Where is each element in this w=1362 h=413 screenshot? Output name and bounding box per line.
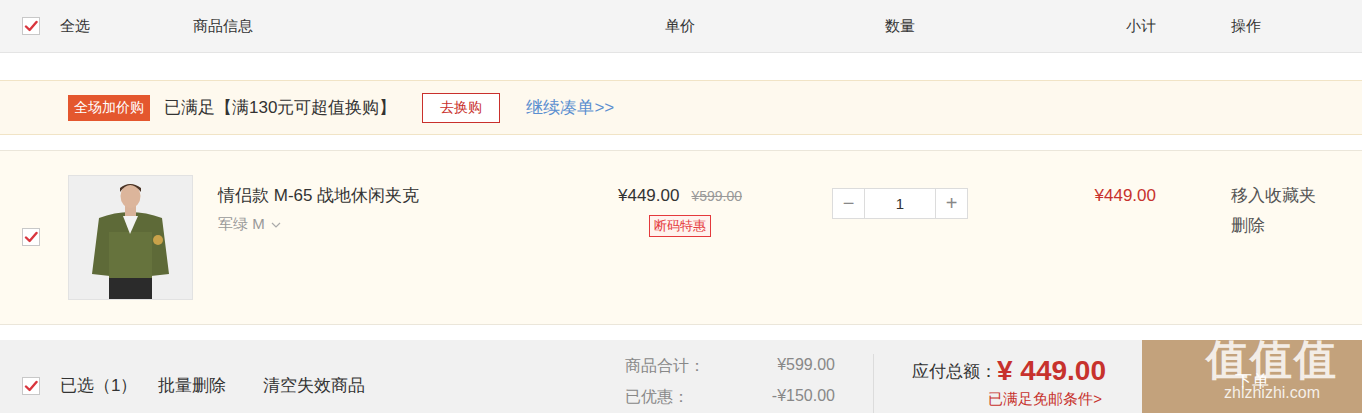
summary-label: 商品合计： xyxy=(625,356,705,377)
column-header: 数量 xyxy=(760,17,1040,36)
check-icon xyxy=(24,230,38,244)
item-check-cell xyxy=(0,151,68,248)
product-image[interactable] xyxy=(68,175,193,300)
price-cell: ¥449.00 ¥599.00 断码特惠 xyxy=(600,151,760,237)
column-header: 操作 xyxy=(1156,17,1362,36)
total-label: 应付总额： xyxy=(912,360,997,383)
item-info: 情侣款 M-65 战地休闲夹克军绿 M xyxy=(193,151,600,234)
footer-link[interactable]: 批量删除 xyxy=(158,374,226,397)
cart-item: 情侣款 M-65 战地休闲夹克军绿 M ¥449.00 ¥599.00 断码特惠 −1+… xyxy=(0,150,1362,325)
variant-label: 军绿 M xyxy=(218,215,265,234)
checkout-button[interactable]: 下单 xyxy=(1142,340,1362,413)
summary-row: 已优惠： -¥150.00 xyxy=(625,387,835,408)
select-all-cell: 全选 xyxy=(0,17,193,36)
watermark: 值值值zhizhizhi.com xyxy=(1186,336,1358,402)
column-header: 商品信息 xyxy=(193,17,600,36)
summary-value: ¥599.00 xyxy=(777,356,835,377)
footer-link[interactable]: 清空失效商品 xyxy=(263,374,365,397)
watermark-site: zhizhizhi.com xyxy=(1224,384,1320,402)
unit-price: ¥449.00 xyxy=(618,185,679,207)
chevron-down-icon xyxy=(271,222,281,228)
promo-badge: 全场加价购 xyxy=(68,95,150,121)
shipping-note[interactable]: 已满足免邮条件> xyxy=(988,390,1102,409)
check-icon xyxy=(24,19,38,33)
jacket-photo-icon xyxy=(69,176,192,299)
select-all-label[interactable]: 全选 xyxy=(60,17,90,36)
original-price: ¥599.00 xyxy=(691,188,742,204)
quantity-input[interactable]: 1 xyxy=(864,189,936,218)
product-title[interactable]: 情侣款 M-65 战地休闲夹克 xyxy=(218,185,600,207)
item-actions: 移入收藏夹删除 xyxy=(1156,151,1362,245)
action-link[interactable]: 移入收藏夹 xyxy=(1231,185,1362,207)
checkout-label: 下单 xyxy=(1235,370,1269,393)
quantity-stepper: −1+ xyxy=(832,188,968,219)
checkbox[interactable] xyxy=(22,228,40,246)
checkbox[interactable] xyxy=(22,17,40,35)
prices: ¥449.00 ¥599.00 xyxy=(618,185,742,207)
summary-label: 已优惠： xyxy=(625,387,689,408)
variant-selector[interactable]: 军绿 M xyxy=(218,215,600,234)
divider xyxy=(873,354,874,413)
increase-button[interactable]: + xyxy=(936,189,967,218)
total-amount: ¥ 449.00 xyxy=(997,354,1106,388)
exchange-button[interactable]: 去换购 xyxy=(422,93,500,123)
cart-header: 全选 商品信息单价数量小计操作 xyxy=(0,0,1362,53)
total-row: 应付总额：¥ 449.00 xyxy=(912,354,1102,388)
column-header: 小计 xyxy=(1040,17,1156,36)
summary-row: 商品合计： ¥599.00 xyxy=(625,356,835,377)
quantity-cell: −1+ xyxy=(760,151,1040,219)
total-block: 应付总额：¥ 449.00 已满足免邮条件> xyxy=(874,340,1142,413)
check-icon xyxy=(24,379,38,393)
price-summary: 商品合计： ¥599.00 已优惠： -¥150.00 xyxy=(625,340,835,413)
promo-bar: 全场加价购已满足【满130元可超值换购】 去换购 继续凑单>> xyxy=(0,80,1362,135)
watermark-logo: 值值值 xyxy=(1206,336,1338,384)
discount-tag: 断码特惠 xyxy=(649,215,711,237)
checkbox[interactable] xyxy=(22,377,40,395)
decrease-button[interactable]: − xyxy=(833,189,864,218)
cart-footer: 已选（1）批量删除 清空失效商品 商品合计： ¥599.00 已优惠： -¥150.00 应… xyxy=(0,340,1362,413)
subtotal: ¥449.00 xyxy=(1040,151,1156,207)
summary-value: -¥150.00 xyxy=(772,387,835,408)
action-link[interactable]: 删除 xyxy=(1231,215,1362,237)
selected-count: 已选（1） xyxy=(60,374,158,397)
promo-message: 已满足【满130元可超值换购】 xyxy=(164,96,396,119)
footer-left: 已选（1）批量删除 清空失效商品 xyxy=(0,340,600,413)
column-header: 单价 xyxy=(600,17,760,36)
continue-link[interactable]: 继续凑单>> xyxy=(526,96,614,119)
